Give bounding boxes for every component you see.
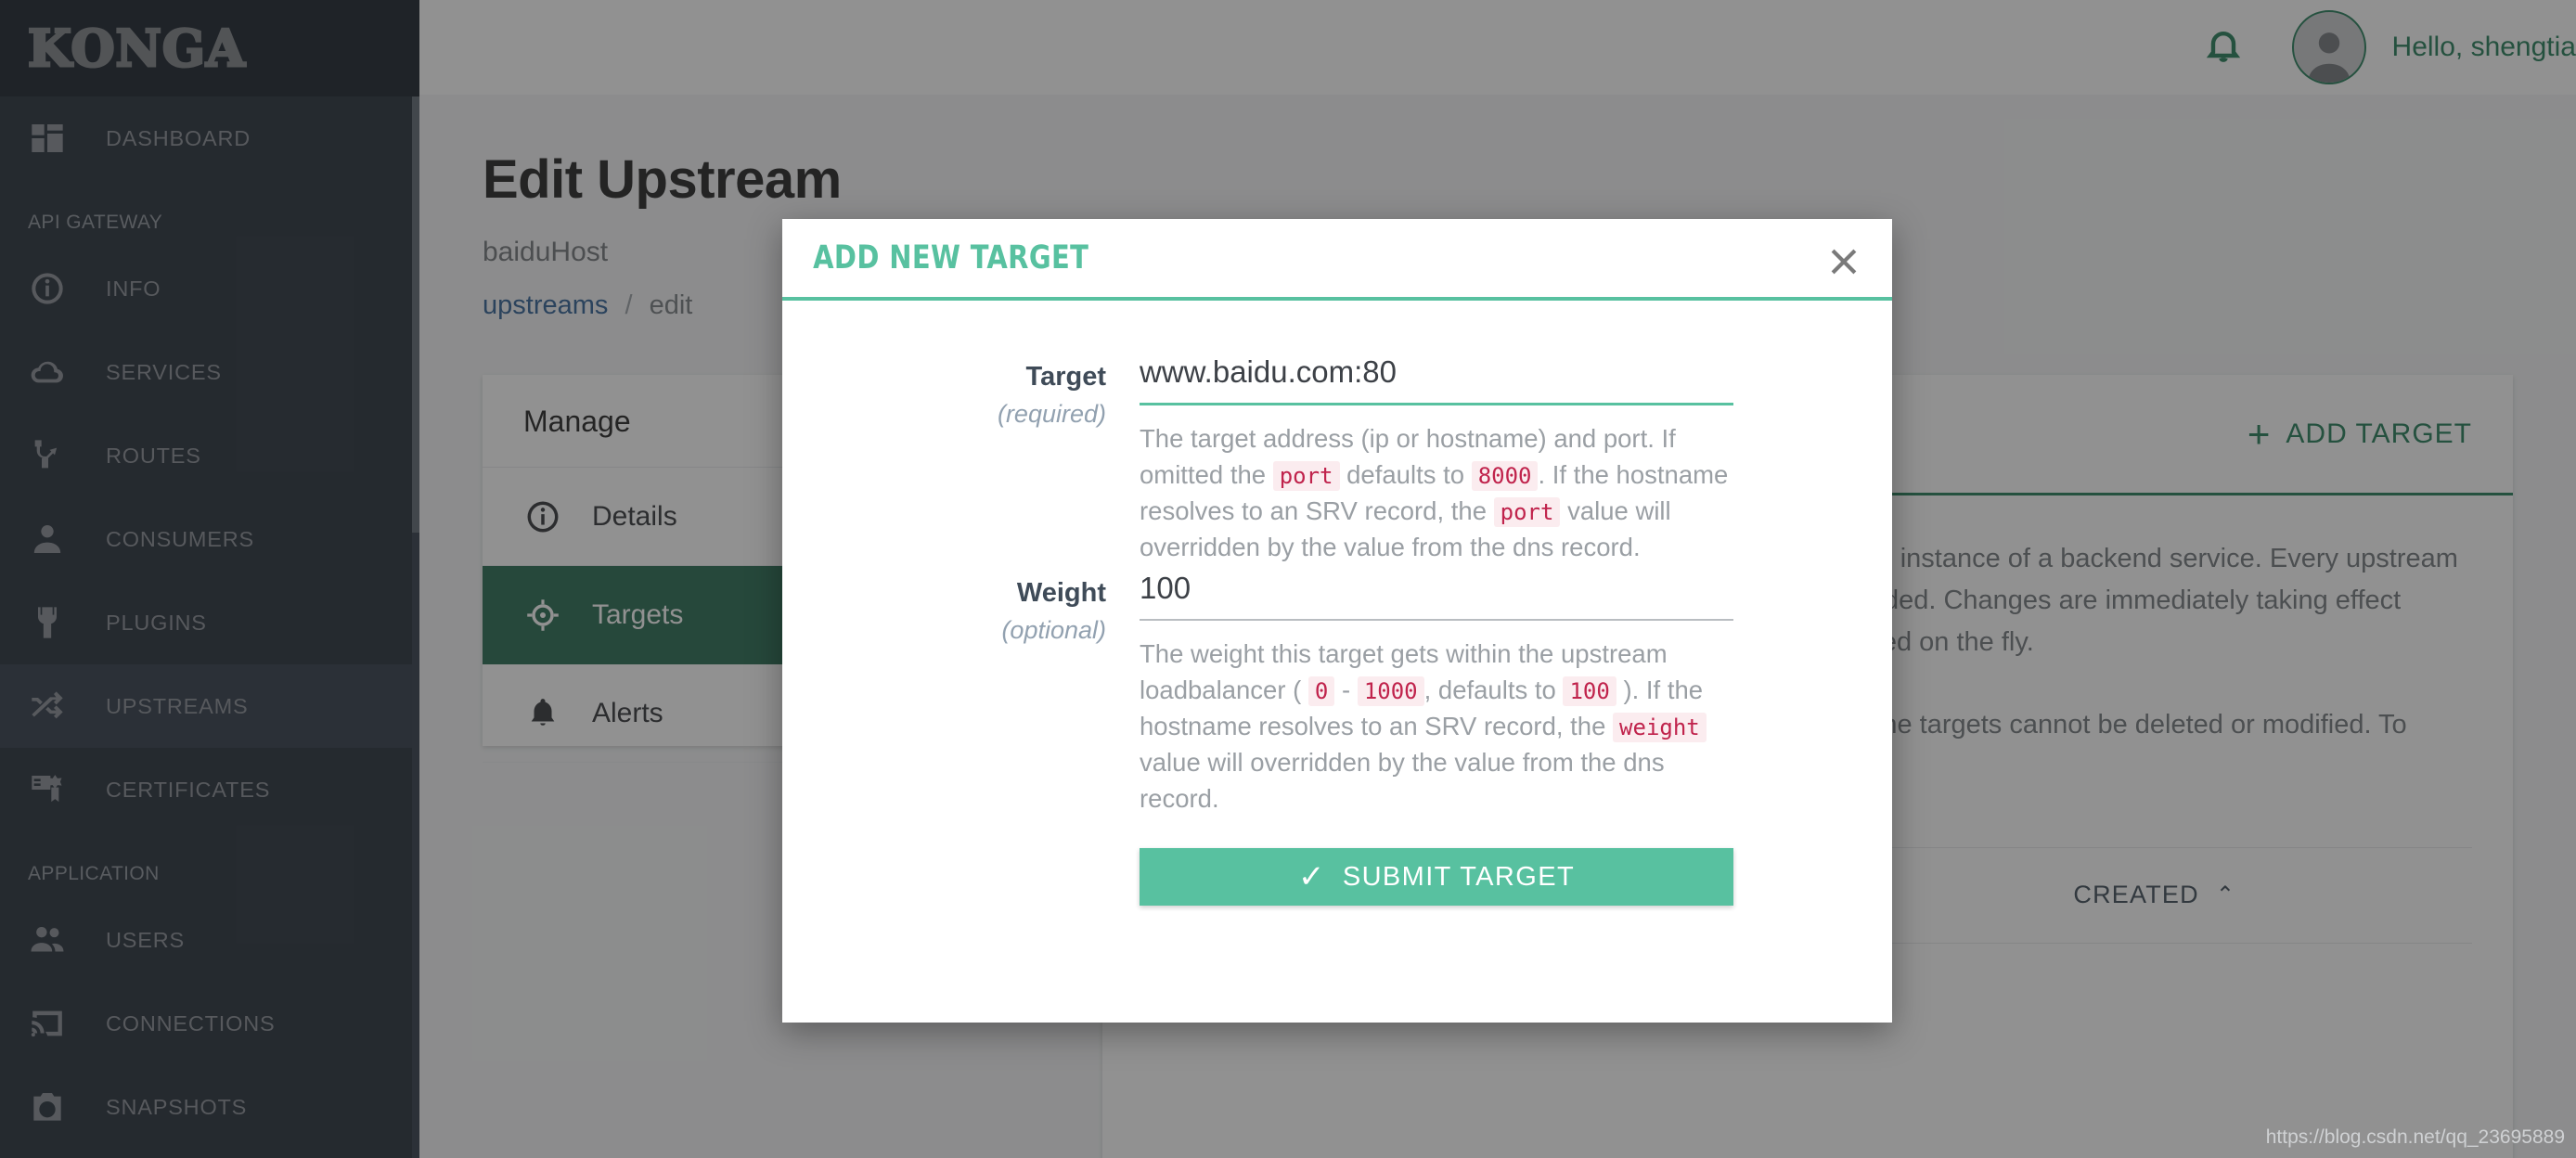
target-input[interactable] — [1140, 353, 1733, 405]
modal-field-list: Target (required) The target address (ip o… — [782, 353, 1892, 817]
help-code-token: weight — [1613, 713, 1707, 743]
app-root: KONGA DASHBOARDAPI GATEWAYINFOSERVICESRO… — [0, 0, 2576, 1158]
help-text-fragment: - — [1334, 676, 1358, 705]
target-requirement: (required) — [997, 400, 1106, 428]
check-icon: ✓ — [1297, 859, 1326, 895]
field-label-col: Weight (optional) — [782, 569, 1140, 817]
field-label-col: Target (required) — [782, 353, 1140, 565]
modal-header: ADD NEW TARGET — [782, 219, 1892, 301]
field-input-col: The target address (ip or hostname) and … — [1140, 353, 1733, 565]
weight-label: Weight — [1016, 578, 1106, 609]
weight-help-text: The weight this target gets within the u… — [1140, 636, 1733, 817]
modal-title: ADD NEW TARGET — [813, 239, 1089, 277]
add-new-target-modal: ADD NEW TARGET Target (required) The targe… — [782, 219, 1892, 1023]
submit-target-button[interactable]: ✓ SUBMIT TARGET — [1140, 848, 1733, 907]
target-help-text: The target address (ip or hostname) and … — [1140, 420, 1733, 565]
weight-requirement: (optional) — [1001, 616, 1106, 645]
help-code-token: 1000 — [1357, 676, 1424, 707]
help-code-token: port — [1493, 497, 1561, 528]
help-code-token: port — [1272, 461, 1340, 492]
help-text-fragment: defaults to — [1339, 460, 1472, 490]
submit-target-label: SUBMIT TARGET — [1342, 861, 1576, 892]
weight-input[interactable] — [1140, 569, 1733, 622]
field-row-target: Target (required) The target address (ip o… — [782, 353, 1892, 565]
submit-spacer — [782, 848, 1140, 906]
watermark: https://blog.csdn.net/qq_23695889 — [2265, 1126, 2565, 1148]
help-text-fragment: value will overridden by the value from … — [1140, 748, 1665, 814]
field-row-weight: Weight (optional) The weight this target g… — [782, 569, 1892, 817]
target-label: Target — [1025, 362, 1106, 392]
help-code-token: 100 — [1563, 676, 1616, 707]
help-text-fragment: , defaults to — [1423, 676, 1564, 705]
close-icon[interactable] — [1822, 239, 1866, 284]
submit-row: ✓ SUBMIT TARGET — [782, 848, 1892, 907]
help-code-token: 8000 — [1471, 461, 1539, 492]
help-code-token: 0 — [1307, 676, 1335, 707]
modal-body: Target (required) The target address (ip o… — [782, 301, 1892, 907]
field-input-col: The weight this target gets within the u… — [1140, 569, 1733, 817]
